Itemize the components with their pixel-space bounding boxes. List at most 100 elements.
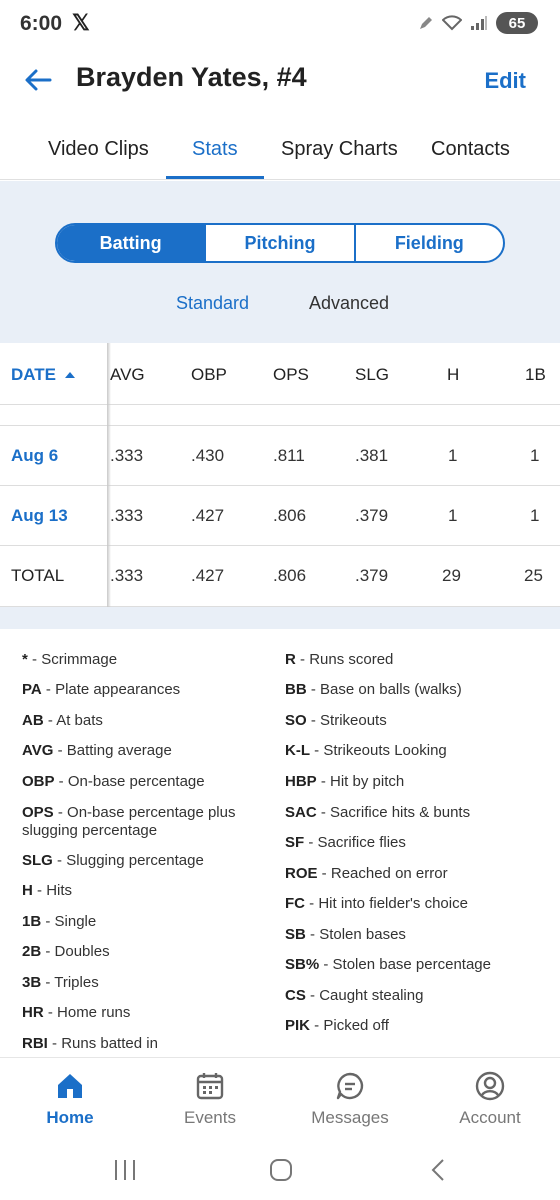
legend-separator: - (54, 773, 68, 790)
filter-panel: Batting Pitching Fielding Standard Advan… (0, 181, 560, 343)
table-row[interactable]: Aug 13 .333 .427 .806 .379 1 1 (0, 486, 560, 546)
legend-abbr: HR (22, 1004, 44, 1021)
nav-account[interactable]: Account (435, 1070, 545, 1128)
divider (0, 404, 560, 405)
total-1b: 25 (524, 566, 543, 585)
calendar-icon (196, 1073, 224, 1100)
legend-desc: Caught stealing (319, 987, 424, 1004)
edit-button[interactable]: Edit (484, 68, 526, 94)
legend-separator: - (41, 913, 55, 930)
cell-avg: .333 (110, 506, 144, 525)
status-icons: 65 (418, 12, 538, 34)
legend-item: SAC - Sacrifice hits & bunts (285, 804, 550, 822)
legend-item: SF - Sacrifice flies (285, 834, 550, 852)
row-date-link[interactable]: Aug 6 (11, 446, 58, 466)
status-time: 6:00 (20, 12, 63, 35)
legend-item: ROE - Reached on error (285, 865, 550, 883)
legend-separator: - (43, 712, 57, 729)
tab-stats[interactable]: Stats (192, 138, 238, 161)
legend-separator: - (41, 943, 55, 960)
segment-fielding[interactable]: Fielding (356, 225, 503, 261)
nav-messages[interactable]: Messages (295, 1070, 405, 1128)
legend-abbr: FC (285, 895, 305, 912)
legend-abbr: CS (285, 987, 306, 1004)
column-header-date[interactable]: DATE (11, 365, 56, 385)
standard-toggle[interactable]: Standard (176, 293, 249, 314)
sort-ascending-icon[interactable] (64, 371, 76, 379)
legend-item: FC - Hit into fielder's choice (285, 895, 550, 913)
segment-pitching[interactable]: Pitching (206, 225, 356, 261)
back-arrow-icon[interactable] (22, 64, 54, 96)
legend-separator: - (317, 865, 331, 882)
legend-desc: Scrimmage (41, 651, 118, 668)
total-avg: .333 (110, 566, 144, 585)
legend-desc: On-base percentage (67, 773, 205, 790)
row-date-link[interactable]: Aug 13 (11, 506, 68, 526)
legend-abbr: ROE (285, 865, 318, 882)
legend-abbr: OPS (22, 804, 54, 821)
legend-desc: Strikeouts (320, 712, 387, 729)
column-header-ops: OPS (273, 365, 309, 384)
legend-desc: Stolen bases (319, 926, 406, 943)
stat-type-selector: Batting Pitching Fielding (55, 223, 505, 263)
legend-item: AB - At bats (22, 712, 272, 730)
legend-desc: Picked off (323, 1017, 389, 1034)
legend-desc: Sacrifice flies (317, 834, 406, 851)
column-header-h: H (447, 365, 460, 384)
home-icon (58, 1074, 82, 1098)
cell-avg: .333 (110, 446, 144, 465)
nav-events[interactable]: Events (155, 1070, 265, 1128)
nav-home[interactable]: Home (15, 1070, 125, 1128)
system-back-icon[interactable] (424, 1156, 454, 1184)
tab-video-clips[interactable]: Video Clips (48, 138, 149, 161)
recent-apps-icon[interactable] (110, 1156, 140, 1184)
pencil-icon (420, 17, 432, 29)
legend-item: OPS - On-base percentage plus slugging p… (22, 804, 272, 840)
total-slg: .379 (355, 566, 389, 585)
legend-desc: Reached on error (330, 865, 448, 882)
legend-desc: Home runs (57, 1004, 131, 1021)
legend-abbr: PIK (285, 1017, 311, 1034)
cell-1b: 1 (530, 506, 540, 525)
account-icon (475, 1071, 505, 1101)
advanced-toggle[interactable]: Advanced (309, 293, 389, 314)
legend-separator: - (304, 834, 318, 851)
legend-item: PIK - Picked off (285, 1017, 550, 1035)
section-spacer (0, 607, 560, 629)
legend-separator: - (305, 987, 320, 1004)
cell-ops: .806 (273, 506, 307, 525)
legend-abbr: PA (22, 681, 42, 698)
legend-abbr: AB (22, 712, 44, 729)
column-header-slg: SLG (355, 365, 390, 384)
cell-h: 1 (448, 506, 458, 525)
legend-desc: Slugging percentage (66, 852, 204, 869)
system-nav-bar (0, 1140, 560, 1200)
legend-separator: - (306, 712, 321, 729)
legend-desc: Plate appearances (55, 681, 181, 698)
legend-item: HR - Home runs (22, 1004, 272, 1022)
nav-home-label: Home (46, 1108, 94, 1127)
legend-desc: Doubles (54, 943, 110, 960)
table-header-row: DATE AVG OBP OPS SLG H 1B (0, 343, 560, 405)
tab-contacts[interactable]: Contacts (431, 138, 510, 161)
tab-bar: Video Clips Stats Spray Charts Contacts (0, 118, 560, 180)
status-bar: 6:00 𝕏 65 (0, 0, 560, 48)
legend-abbr: SB (285, 926, 306, 943)
legend-desc: Sacrifice hits & bunts (330, 804, 471, 821)
legend-desc: At bats (56, 712, 103, 729)
legend-separator: - (316, 804, 331, 821)
legend-abbr: H (22, 882, 33, 899)
legend-separator: - (41, 974, 55, 991)
cell-slg: .379 (355, 506, 389, 525)
segment-batting[interactable]: Batting (57, 225, 207, 261)
total-label: TOTAL (11, 566, 65, 585)
table-row[interactable]: Aug 6 .333 .430 .811 .381 1 1 (0, 426, 560, 486)
legend-abbr: 2B (22, 943, 42, 960)
home-system-icon[interactable] (266, 1156, 296, 1184)
chat-icon (336, 1072, 364, 1100)
tab-spray-charts[interactable]: Spray Charts (281, 138, 398, 161)
legend-separator: - (305, 895, 319, 912)
legend-desc: Hit by pitch (330, 773, 405, 790)
legend-item: 1B - Single (22, 913, 272, 931)
column-header-avg: AVG (110, 365, 145, 384)
